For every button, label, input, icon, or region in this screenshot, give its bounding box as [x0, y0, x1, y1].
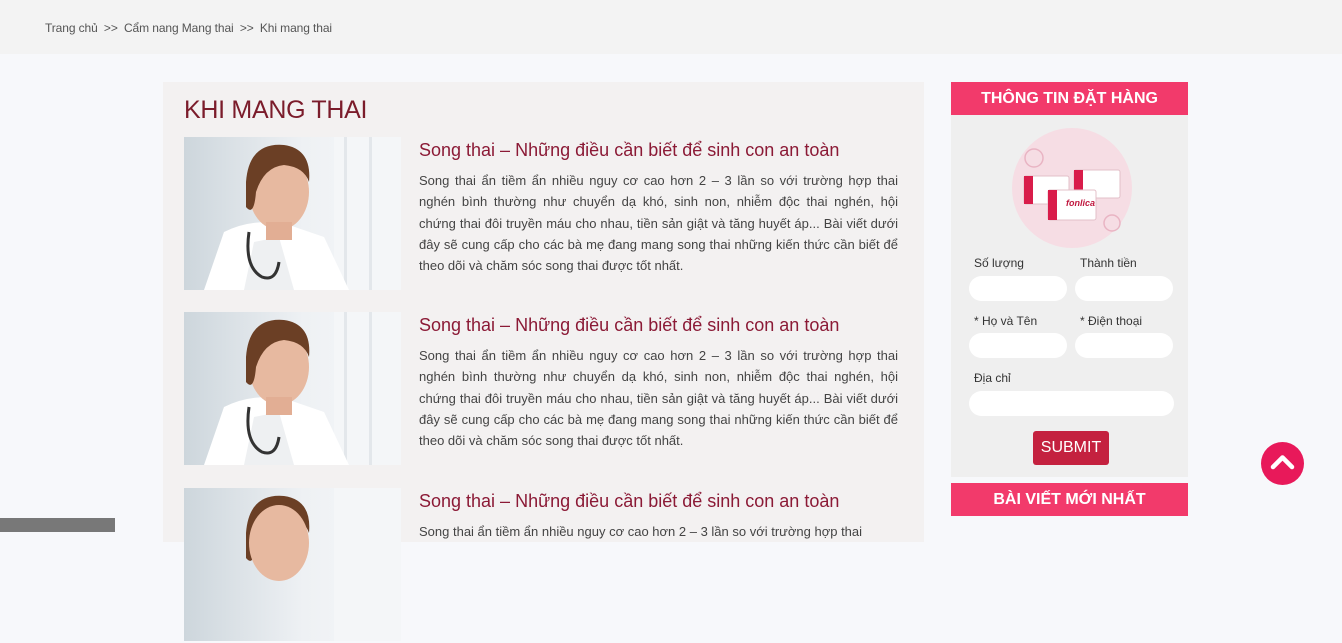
breadcrumb-home-link[interactable]: Trang chủ — [45, 21, 98, 35]
post-list-panel: KHI MANG THAI Song thai – Những điều cần… — [163, 82, 924, 641]
post-title-link[interactable]: Song thai – Những điều cần biết để sinh … — [419, 140, 839, 161]
product-brand-logo: fonlica — [1066, 198, 1096, 208]
post-item: Song thai – Những điều cần biết để sinh … — [184, 312, 904, 467]
product-image: fonlica — [1012, 128, 1132, 248]
breadcrumb-category-link[interactable]: Cẩm nang Mang thai — [124, 21, 234, 35]
name-label: * Họ và Tên — [974, 314, 1038, 328]
post-excerpt: Song thai ẩn tiềm ẩn nhiều nguy cơ cao h… — [419, 173, 898, 274]
post-thumbnail[interactable] — [184, 137, 401, 290]
post-item: Song thai – Những điều cần biết để sinh … — [184, 488, 904, 643]
quantity-label: Số lượng — [974, 256, 1024, 270]
scroll-to-top-button[interactable] — [1261, 442, 1304, 485]
name-input[interactable] — [969, 333, 1067, 358]
quantity-input[interactable] — [969, 276, 1067, 301]
page-title: KHI MANG THAI — [184, 96, 368, 124]
recent-posts-heading: BÀI VIẾT MỚI NHẤT — [951, 483, 1188, 516]
breadcrumb-separator: >> — [239, 21, 254, 35]
phone-input[interactable] — [1075, 333, 1173, 358]
address-label: Địa chỉ — [974, 371, 1011, 385]
chevron-up-icon — [1270, 455, 1295, 470]
breadcrumb-bar: Trang chủ >> Cẩm nang Mang thai >> Khi m… — [0, 0, 1342, 54]
order-form-heading: THÔNG TIN ĐẶT HÀNG — [951, 82, 1188, 115]
post-title-link[interactable]: Song thai – Những điều cần biết để sinh … — [419, 491, 839, 512]
sidebar: THÔNG TIN ĐẶT HÀNG fonlica Số lượng Thàn… — [951, 82, 1188, 516]
order-form: fonlica Số lượng Thành tiền * Họ và Tên … — [951, 115, 1188, 477]
submit-button[interactable]: SUBMIT — [1033, 431, 1109, 465]
breadcrumb: Trang chủ >> Cẩm nang Mang thai >> Khi m… — [45, 21, 332, 35]
post-thumbnail[interactable] — [184, 312, 401, 465]
breadcrumb-separator: >> — [103, 21, 118, 35]
post-item: Song thai – Những điều cần biết để sinh … — [184, 137, 904, 292]
total-label: Thành tiền — [1080, 256, 1137, 270]
total-input[interactable] — [1075, 276, 1173, 301]
breadcrumb-current: Khi mang thai — [259, 21, 332, 35]
address-input[interactable] — [969, 391, 1174, 416]
phone-label: * Điện thoại — [1080, 314, 1143, 328]
post-excerpt: Song thai ẩn tiềm ẩn nhiều nguy cơ cao h… — [419, 348, 898, 449]
post-title-link[interactable]: Song thai – Những điều cần biết để sinh … — [419, 315, 839, 336]
bottom-floating-tab[interactable] — [0, 518, 115, 532]
post-thumbnail[interactable] — [184, 488, 401, 641]
